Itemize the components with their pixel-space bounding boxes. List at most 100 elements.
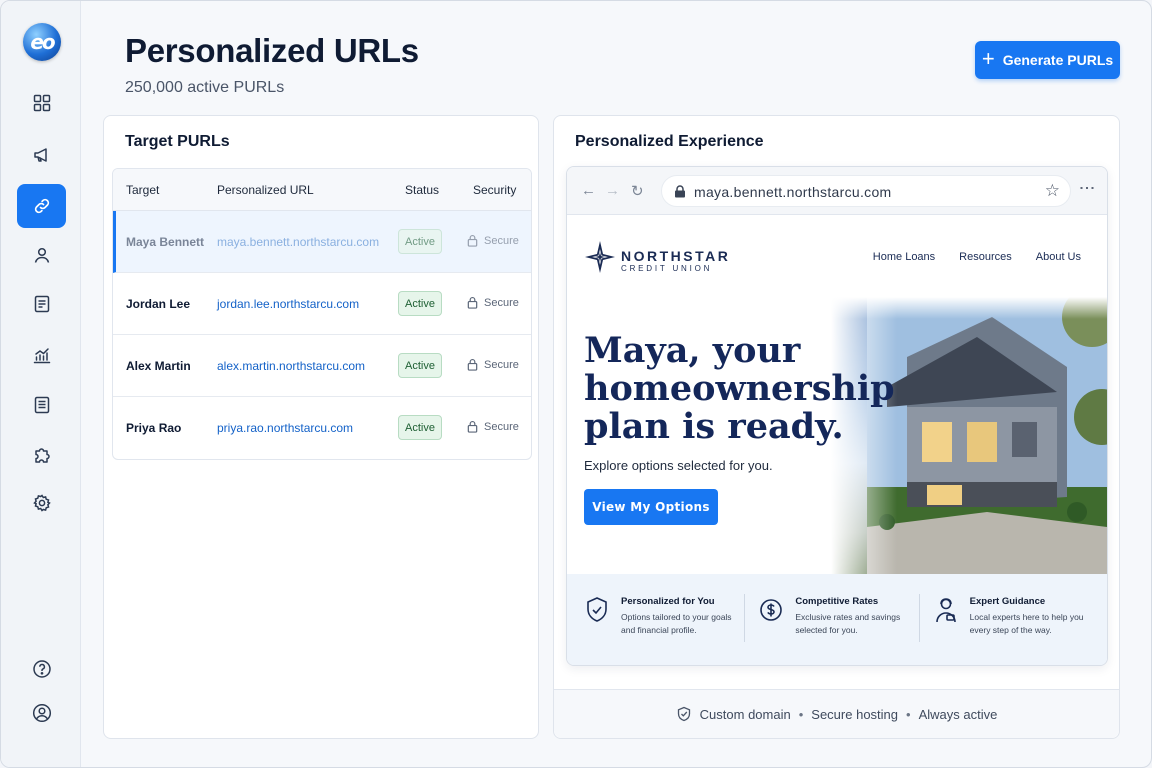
- status-badge: Active: [398, 415, 442, 440]
- target-name: Maya Bennett: [126, 235, 205, 249]
- page-title: Personalized URLs: [125, 32, 419, 69]
- shield-check-icon: [677, 706, 690, 722]
- plus-icon: +: [981, 46, 995, 71]
- hero-fade-top: [567, 297, 1107, 319]
- target-purls-title: Target PURLs: [125, 133, 230, 150]
- separator-dot: •: [798, 706, 804, 722]
- address-url: maya.bennett.northstarcu.com: [694, 184, 892, 200]
- table-row[interactable]: Jordan Lee jordan.lee.northstarcu.com Ac…: [113, 273, 531, 335]
- sidebar-item-purls[interactable]: [17, 184, 66, 228]
- target-name: Alex Martin: [126, 359, 191, 373]
- feature-title: Personalized for You: [621, 596, 715, 607]
- footer-custom-domain: Custom domain: [699, 706, 791, 722]
- table-row[interactable]: Alex Martin alex.martin.northstarcu.com …: [113, 335, 531, 397]
- table-row[interactable]: Maya Bennett maya.bennett.northstarcu.co…: [113, 211, 531, 273]
- lock-icon: [467, 234, 478, 247]
- hero-banner: Maya, your homeownership plan is ready. …: [567, 297, 1107, 574]
- feature-strip: Personalized for You Options tailored to…: [567, 574, 1107, 665]
- sidebar-item-settings[interactable]: [17, 481, 66, 525]
- personalized-experience-panel: Personalized Experience ← → ↻ maya.benne…: [553, 115, 1120, 739]
- more-menu-icon[interactable]: ⋮: [1078, 180, 1095, 196]
- profile-button[interactable]: [17, 691, 66, 735]
- sidebar-item-integrations[interactable]: [17, 433, 66, 477]
- table-row[interactable]: Priya Rao priya.rao.northstarcu.com Acti…: [113, 397, 531, 459]
- separator-dot: •: [906, 706, 911, 722]
- feature-rates: Competitive Rates Exclusive rates and sa…: [759, 594, 920, 642]
- shield-check-icon: [587, 597, 607, 622]
- lock-icon: [467, 420, 478, 433]
- column-header-target: Target: [126, 183, 160, 197]
- purl-link[interactable]: maya.bennett.northstarcu.com: [217, 235, 379, 249]
- site-nav-links: Home Loans Resources About Us: [873, 251, 1081, 263]
- feature-title: Competitive Rates: [795, 596, 879, 607]
- bookmark-star-icon[interactable]: ☆: [1045, 181, 1060, 201]
- hero-headline: Maya, your homeownership plan is ready.: [584, 330, 895, 447]
- experience-footer: Custom domain • Secure hosting • Always …: [554, 689, 1119, 738]
- security-text: Secure: [484, 420, 519, 433]
- nav-link-about-us[interactable]: About Us: [1036, 251, 1081, 263]
- status-badge: Active: [398, 291, 442, 316]
- sidebar-item-forms[interactable]: [17, 282, 66, 326]
- sidebar-item-analytics[interactable]: [17, 333, 66, 377]
- reload-icon[interactable]: ↻: [631, 182, 644, 200]
- status-badge: Active: [398, 229, 442, 254]
- status-badge: Active: [398, 353, 442, 378]
- forward-arrow-icon[interactable]: →: [605, 182, 620, 199]
- generate-purls-button[interactable]: + Generate PURLs: [975, 41, 1120, 79]
- browser-toolbar: ← → ↻ maya.bennett.northstarcu.com ☆ ⋮: [567, 167, 1107, 215]
- feature-desc: Options tailored to your goals and finan…: [621, 612, 732, 635]
- link-icon: [34, 198, 49, 214]
- column-header-url: Personalized URL: [217, 183, 314, 197]
- document-icon: [34, 295, 49, 313]
- sidebar-item-contacts[interactable]: [17, 233, 66, 277]
- security-text: Secure: [484, 358, 519, 371]
- nav-link-home-loans[interactable]: Home Loans: [873, 251, 935, 263]
- logo-text: eo: [30, 30, 55, 54]
- lock-icon: [467, 358, 478, 371]
- list-icon: [34, 396, 49, 414]
- sidebar: eo: [1, 1, 81, 767]
- footer-secure-hosting: Secure hosting: [811, 706, 899, 722]
- app-window: eo Personalized URLs 250,000 active PURL…: [0, 0, 1152, 768]
- gear-icon: [32, 494, 51, 512]
- view-options-button[interactable]: View My Options: [584, 489, 718, 525]
- purl-link[interactable]: alex.martin.northstarcu.com: [217, 359, 365, 373]
- generate-purls-label: Generate PURLs: [1002, 52, 1114, 68]
- nav-link-resources[interactable]: Resources: [959, 251, 1012, 263]
- address-bar[interactable]: maya.bennett.northstarcu.com ☆: [661, 175, 1071, 207]
- megaphone-icon: [33, 148, 47, 162]
- help-button[interactable]: [17, 647, 66, 691]
- dollar-circle-icon: [760, 599, 783, 621]
- page-subtitle: 250,000 active PURLs: [125, 79, 285, 96]
- column-header-status: Status: [405, 183, 440, 197]
- sidebar-item-campaigns[interactable]: [17, 133, 66, 177]
- footer-always-active: Always active: [918, 706, 998, 722]
- help-icon: [32, 660, 51, 678]
- lock-icon: [467, 296, 478, 309]
- purl-table: Target Personalized URL Status Security …: [112, 168, 532, 460]
- chart-icon: [33, 348, 50, 364]
- profile-icon: [32, 703, 51, 723]
- table-header: Target Personalized URL Status Security: [113, 169, 531, 211]
- browser-preview: ← → ↻ maya.bennett.northstarcu.com ☆ ⋮ N…: [566, 166, 1108, 666]
- security-text: Secure: [484, 234, 519, 247]
- app-logo[interactable]: eo: [23, 23, 61, 61]
- feature-desc: Exclusive rates and savings selected for…: [795, 612, 901, 635]
- column-header-security: Security: [473, 183, 517, 197]
- security-label: Secure: [466, 296, 519, 309]
- brand-subtitle: CREDIT UNION: [621, 264, 713, 273]
- brand-name: NORTHSTAR: [621, 248, 731, 264]
- security-text: Secure: [484, 296, 519, 309]
- purl-link[interactable]: priya.rao.northstarcu.com: [217, 421, 353, 435]
- lock-icon: [675, 185, 685, 198]
- back-arrow-icon[interactable]: ←: [581, 182, 596, 199]
- target-purls-panel: Target PURLs Target Personalized URL Sta…: [103, 115, 539, 739]
- feature-desc: Local experts here to help you every ste…: [969, 612, 1084, 635]
- purl-link[interactable]: jordan.lee.northstarcu.com: [217, 297, 359, 311]
- sidebar-item-reports[interactable]: [17, 383, 66, 427]
- sidebar-item-dashboard[interactable]: [17, 81, 66, 125]
- northstar-star-icon: [585, 241, 615, 273]
- puzzle-icon: [34, 448, 50, 463]
- feature-guidance: Expert Guidance Local experts here to he…: [934, 594, 1093, 642]
- user-icon: [34, 247, 49, 263]
